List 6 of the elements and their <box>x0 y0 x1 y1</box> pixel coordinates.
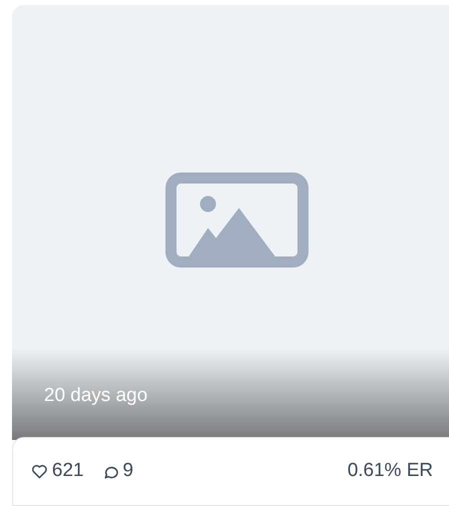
image-icon <box>165 172 309 268</box>
post-age: 20 days ago <box>44 384 148 408</box>
like-count: 621 <box>52 459 84 484</box>
comment-count: 9 <box>122 459 134 484</box>
engagement-rate: 0.61% ER <box>347 459 433 484</box>
heart-icon <box>31 464 48 479</box>
